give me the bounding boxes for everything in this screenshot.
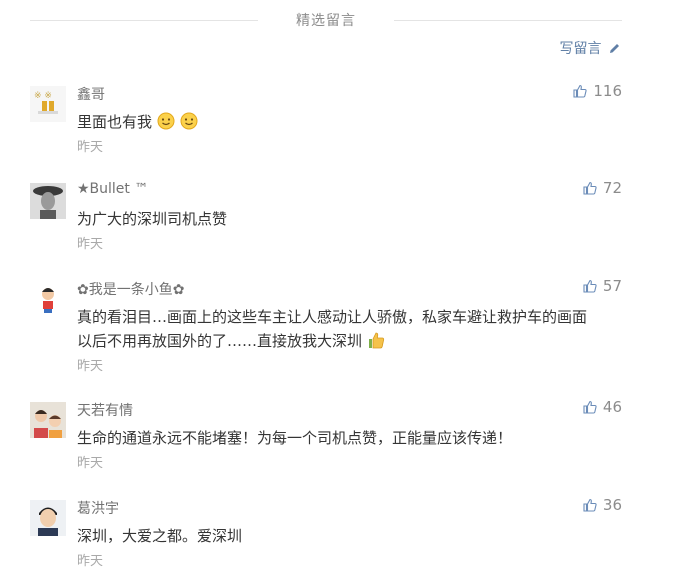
like-button[interactable]: 57 <box>583 277 622 295</box>
write-comment-button[interactable]: 写留言 <box>560 38 621 58</box>
like-button[interactable]: 36 <box>583 496 622 514</box>
comment-time: 昨天 <box>77 554 104 569</box>
comment-text: 为广大的深圳司机点赞 <box>77 210 228 228</box>
like-count: 72 <box>602 179 622 197</box>
thumbs-up-icon <box>583 279 597 293</box>
comment-nickname[interactable]: 天若有情 <box>77 400 133 420</box>
comment-content: 真的看泪目…画面上的这些车主让人感动让人骄傲，私家车避让救护车的画面 以后不用再… <box>77 305 622 353</box>
comment-nickname[interactable]: 鑫哥 <box>77 84 105 104</box>
comment-text: 以后不用再放国外的了……直接放我大深圳 <box>77 332 363 350</box>
divider-right <box>394 20 622 21</box>
comment-text-line-2: 以后不用再放国外的了……直接放我大深圳 <box>77 329 622 353</box>
comment-nickname[interactable]: 葛洪宇 <box>77 498 119 518</box>
avatar[interactable] <box>30 402 66 438</box>
comment-time: 昨天 <box>77 359 104 374</box>
avatar[interactable] <box>30 281 66 317</box>
section-header: 精选留言 <box>30 0 622 40</box>
comment-time: 昨天 <box>77 456 104 471</box>
thumbs-up-icon <box>583 498 597 512</box>
avatar[interactable]: ※ ※ <box>30 86 66 122</box>
avatar[interactable] <box>30 500 66 536</box>
thumbs-up-icon <box>583 181 597 195</box>
write-comment-label: 写留言 <box>559 41 602 57</box>
like-button[interactable]: 116 <box>573 82 622 100</box>
like-count: 116 <box>593 82 622 100</box>
comment-nickname[interactable]: ★Bullet ™ <box>77 181 148 197</box>
thumbs-up-emoji-icon <box>367 331 385 349</box>
like-count: 46 <box>602 398 622 416</box>
thumbs-up-icon <box>583 400 597 414</box>
comment-text: 里面也有我 <box>77 113 153 131</box>
comment-time: 昨天 <box>77 237 104 252</box>
comment-text: 深圳，大爱之都。爱深圳 <box>77 527 243 545</box>
comment-text: 生命的通道永远不能堵塞！为每一个司机点赞，正能量应该传递！ <box>77 429 513 447</box>
smile-emoji-icon <box>157 112 175 130</box>
comment-nickname[interactable]: ✿我是一条小鱼✿ <box>77 279 184 299</box>
avatar[interactable] <box>30 183 66 219</box>
comment-text-line-1: 真的看泪目…画面上的这些车主让人感动让人骄傲，私家车避让救护车的画面 <box>77 308 588 326</box>
comment-content: 里面也有我 <box>77 110 622 134</box>
svg-text:※ ※: ※ ※ <box>34 91 52 101</box>
like-count: 57 <box>602 277 622 295</box>
comment-time: 昨天 <box>77 140 104 155</box>
like-button[interactable]: 46 <box>583 398 622 416</box>
smile-emoji-icon <box>180 112 198 130</box>
like-count: 36 <box>602 496 622 514</box>
thumbs-up-icon <box>573 84 587 98</box>
pencil-icon <box>610 44 619 53</box>
like-button[interactable]: 72 <box>583 179 622 197</box>
